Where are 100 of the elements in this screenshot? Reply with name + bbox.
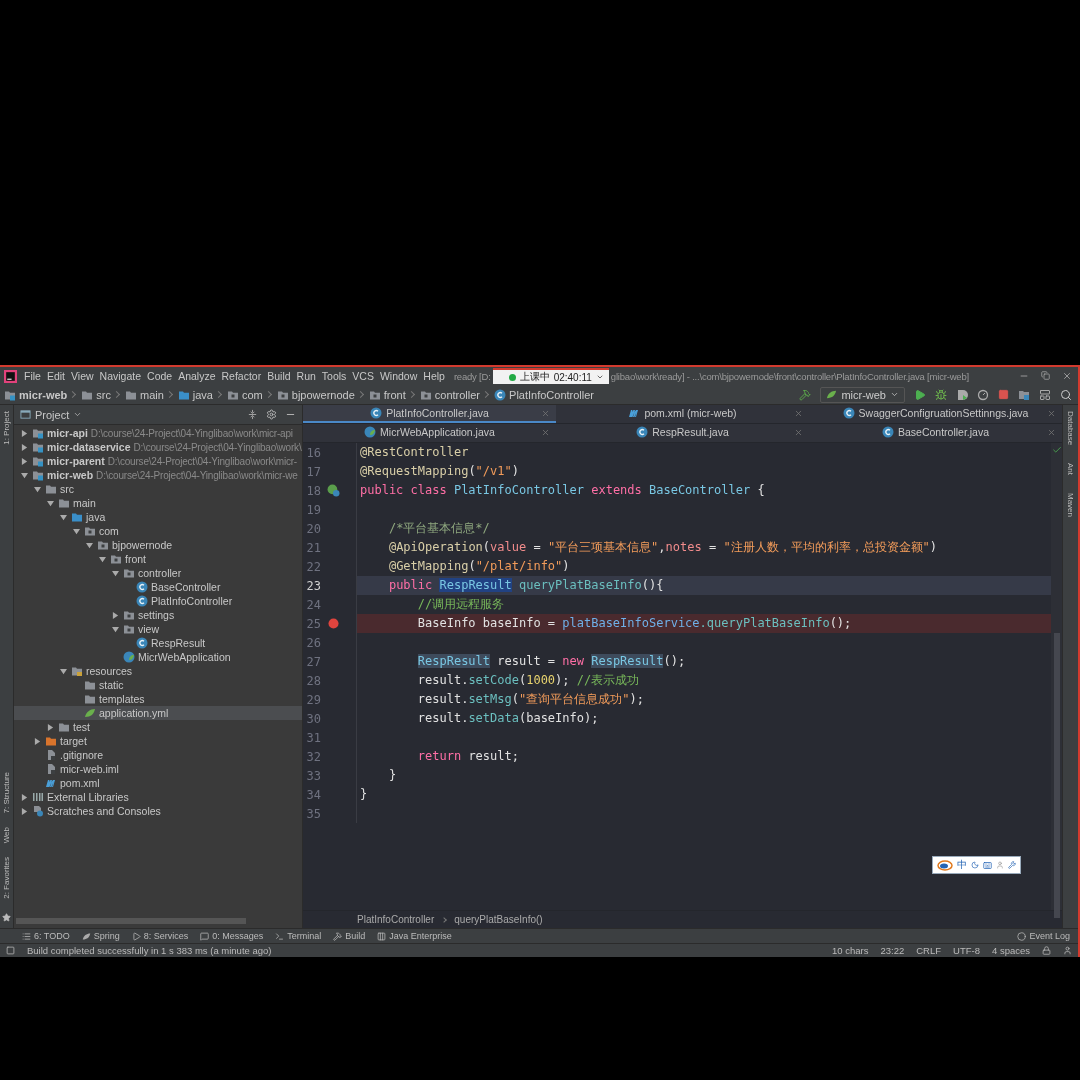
tool-window-button[interactable]: Java Enterprise [377,931,452,941]
play-icon[interactable] [914,388,926,401]
caret-icon[interactable] [47,723,54,731]
tree-item[interactable]: micr-web D:\course\24-Project\04-Yinglibao\work\micr-we [14,468,302,482]
editor-tab[interactable]: RespResult.java [556,424,809,442]
caret-icon[interactable] [112,569,119,577]
moon-icon[interactable] [971,861,979,869]
close-icon[interactable] [541,428,550,437]
tool-window-button[interactable]: Terminal [275,931,322,941]
window-icon[interactable] [1039,388,1051,401]
tool-window-tab[interactable]: 2: Favorites [2,857,11,899]
restore-icon[interactable] [1041,371,1050,380]
caret-icon[interactable] [21,429,28,437]
tool-window-button[interactable]: 8: Services [131,931,189,941]
tree-item[interactable]: resources [14,664,302,678]
editor-tab[interactable]: SwaggerConfigruationSettinngs.java [809,405,1062,423]
bean-icon[interactable] [326,484,340,497]
tree-item[interactable]: main [14,496,302,510]
coverage-icon[interactable] [956,388,968,401]
menu-item[interactable]: Tools [318,370,350,382]
tree-item[interactable]: micr-web.iml [14,762,302,776]
menu-item[interactable]: Window [376,370,421,382]
tree-item[interactable]: BaseController [14,580,302,594]
editor-tab[interactable]: BaseController.java [809,424,1062,442]
menu-item[interactable]: Help [420,370,448,382]
caret-icon[interactable] [21,807,28,815]
tree-item[interactable]: MicrWebApplication [14,650,302,664]
menu-item[interactable]: Build [264,370,294,382]
breadcrumb-item[interactable]: PlatInfoController [357,914,435,925]
breadcrumb-item[interactable]: java [177,388,213,401]
tree-item[interactable]: com [14,524,302,538]
tree-item[interactable]: static [14,678,302,692]
breadcrumb-item[interactable]: com [227,388,263,401]
close-icon[interactable] [794,428,803,437]
scrollbar-thumb[interactable] [16,918,246,924]
caret-icon[interactable] [73,410,83,419]
caret-icon[interactable] [60,513,67,521]
keyboard-icon[interactable] [983,860,992,870]
search-icon[interactable] [1060,388,1072,401]
status-icon[interactable] [6,946,15,955]
caret-icon[interactable] [86,541,93,549]
scrollbar-thumb[interactable] [1054,633,1060,918]
tool-window-button[interactable]: Event Log [1017,931,1070,941]
close-icon[interactable] [1062,371,1072,381]
caret-icon[interactable] [21,457,28,465]
tool-window-tab[interactable]: 1: Project [2,411,11,445]
breadcrumb-item[interactable]: micr-web [4,388,68,401]
tree-item[interactable]: application.yml [14,706,302,720]
status-item[interactable]: CRLF [916,945,942,956]
tree-item[interactable]: bjpowernode [14,538,302,552]
menu-item[interactable]: File [21,370,44,382]
collapse-all-icon[interactable] [247,409,258,420]
breadcrumb-item[interactable]: controller [419,388,481,401]
breadcrumb-item[interactable]: PlatInfoController [494,388,595,401]
settings-icon[interactable] [266,409,277,420]
tree-item[interactable]: java [14,510,302,524]
project-structure-icon[interactable] [1018,388,1030,401]
menu-item[interactable]: VCS [349,370,377,382]
tree-item[interactable]: External Libraries [14,790,302,804]
tree-item[interactable]: PlatInfoController [14,594,302,608]
tree-item[interactable]: src [14,482,302,496]
tree-item[interactable]: test [14,720,302,734]
tree-item[interactable]: Scratches and Consoles [14,804,302,818]
caret-icon[interactable] [21,443,28,451]
breadcrumb-item[interactable]: bjpowernode [276,388,355,401]
status-item[interactable]: 10 chars [832,945,869,956]
close-icon[interactable] [1047,409,1056,418]
tree-item[interactable]: micr-dataservice D:\course\24-Project\04-Yinglibao\work\ [14,440,302,454]
menu-item[interactable]: Navigate [96,370,145,382]
status-item[interactable]: 23:22 [880,945,905,956]
lock-icon[interactable] [1042,946,1051,955]
inspector-icon[interactable] [1063,946,1072,955]
tool-window-tab[interactable]: 7: Structure [2,771,11,813]
tool-window-button[interactable]: Build [333,931,366,941]
inspection-ok-icon[interactable] [1052,445,1062,455]
hammer-icon[interactable] [799,388,812,401]
tool-window-tab[interactable]: Ant [1066,463,1075,476]
tool-window-button[interactable]: 0: Messages [200,931,264,941]
menu-item[interactable]: Run [293,370,319,382]
profiler-icon[interactable] [977,388,989,401]
ime-mode-label[interactable]: 中 [957,858,967,872]
tool-window-tab[interactable]: Maven [1066,493,1075,518]
caret-icon[interactable] [99,555,106,563]
bug-icon[interactable] [935,388,947,401]
breadcrumb-item[interactable]: src [81,388,111,401]
tree-item[interactable]: .gitignore [14,748,302,762]
tool-window-tab[interactable]: Database [1066,411,1075,446]
editor-tab[interactable]: PlatInfoController.java [303,405,556,423]
breadcrumb-item[interactable]: queryPlatBaseInfo() [454,914,543,925]
caret-icon[interactable] [73,527,80,535]
tree-item[interactable]: RespResult [14,636,302,650]
run-config-dropdown[interactable]: micr-web [820,386,905,403]
tool-window-tab[interactable]: Web [2,826,11,844]
editor-tab[interactable]: pom.xml (micr-web) [556,405,809,423]
breadcrumb-item[interactable]: front [368,388,406,401]
menu-item[interactable]: Edit [43,370,68,382]
tool-window-button[interactable]: Spring [81,931,120,941]
tree-item[interactable]: front [14,552,302,566]
panel-title[interactable]: Project [35,408,70,421]
caret-icon[interactable] [21,471,28,479]
